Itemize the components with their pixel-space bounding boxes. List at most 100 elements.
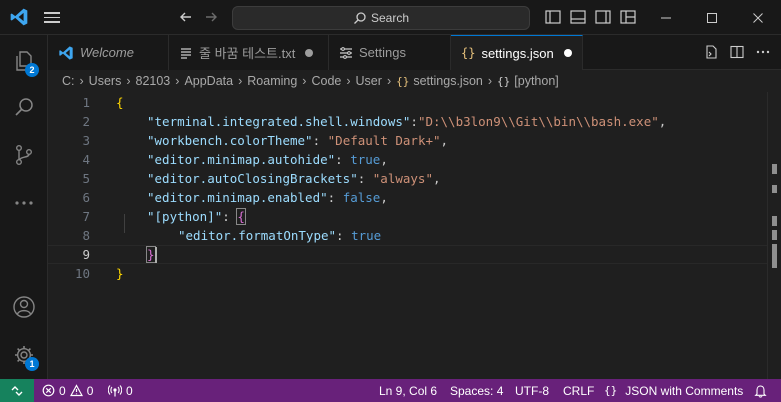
chevron-right-icon: › — [79, 74, 84, 88]
search-view[interactable] — [0, 83, 48, 131]
minimize-icon[interactable] — [643, 0, 689, 35]
source-control-icon — [15, 145, 32, 166]
tab-settings[interactable]: Settings — [329, 35, 451, 70]
json-colon: : — [336, 228, 352, 243]
breadcrumb-item[interactable]: settings.json — [413, 74, 482, 88]
breadcrumb-item[interactable]: AppData — [184, 74, 233, 88]
open-settings-json-icon[interactable] — [703, 44, 719, 60]
close-brace: } — [116, 266, 124, 281]
json-value: "Default Dark+" — [327, 133, 441, 148]
json-value: "D:\\b3lon9\\Git\\bin\\bash.exe" — [417, 114, 659, 129]
breadcrumb-item[interactable]: C: — [62, 74, 75, 88]
unsaved-dot — [563, 49, 572, 57]
tab-label: settings.json — [481, 45, 554, 61]
breadcrumb-item[interactable]: Roaming — [247, 74, 297, 88]
more-actions-icon[interactable] — [755, 44, 771, 60]
split-editor-icon[interactable] — [729, 44, 745, 60]
notifications[interactable] — [754, 379, 767, 402]
menu-icon[interactable] — [44, 9, 62, 25]
problems-status[interactable]: 0 0 — [42, 379, 93, 402]
line-number: 9 — [82, 247, 90, 262]
scrollbar-marker — [772, 185, 777, 193]
breadcrumb-item[interactable]: Users — [89, 74, 122, 88]
customize-layout-icon[interactable] — [619, 8, 637, 26]
toggle-panel-icon[interactable] — [569, 8, 587, 26]
maximize-icon[interactable] — [689, 0, 735, 35]
remote-indicator[interactable] — [0, 379, 34, 402]
chevron-right-icon: › — [346, 74, 351, 88]
json-comma: , — [658, 114, 667, 129]
explorer-view[interactable]: 2 — [0, 37, 48, 85]
toggle-secondary-sidebar-icon[interactable] — [594, 8, 612, 26]
breadcrumb-item[interactable]: Code — [311, 74, 341, 88]
settings-tab-icon — [340, 46, 352, 59]
vscode-window: Search 2 1 Welcome 줄 바꿈 테스트.txt Settings… — [0, 0, 781, 402]
search-icon — [354, 12, 366, 24]
ports-status[interactable]: 0 — [108, 379, 133, 402]
json-key: "[python]" — [147, 209, 223, 224]
code-line: 3 "workbench.colorTheme": "Default Dark+… — [48, 131, 768, 150]
cursor-position[interactable]: Ln 9, Col 6 — [379, 379, 437, 402]
matched-close-brace: } — [146, 246, 156, 263]
object-braces-icon: {} — [497, 74, 511, 88]
breadcrumb-item[interactable]: User — [356, 74, 382, 88]
line-number: 4 — [82, 152, 90, 167]
more-views[interactable] — [0, 179, 48, 227]
tab-label: Settings — [359, 45, 406, 60]
indentation-status[interactable]: Spaces: 4 — [450, 379, 503, 402]
code-line: 6 "editor.minimap.enabled": false, — [48, 188, 768, 207]
code-line: 4 "editor.minimap.autohide": true, — [48, 150, 768, 169]
line-number: 10 — [74, 266, 90, 281]
line-content: "terminal.integrated.shell.windows":"D:\… — [147, 114, 666, 129]
search-view-icon — [15, 98, 33, 116]
explorer-badge: 2 — [25, 63, 39, 77]
toggle-sidebar-icon[interactable] — [544, 8, 562, 26]
chevron-right-icon: › — [487, 74, 493, 88]
arrow-left-icon[interactable] — [176, 7, 196, 27]
json-value: true — [351, 228, 382, 243]
command-center-search[interactable]: Search — [232, 6, 530, 30]
vertical-scrollbar[interactable] — [767, 92, 781, 379]
code-line: 2 "terminal.integrated.shell.windows":"D… — [48, 112, 768, 131]
tab-label: Welcome — [80, 45, 134, 60]
account-icon — [13, 296, 35, 318]
json-key: "editor.minimap.enabled" — [147, 190, 328, 205]
json-key: "editor.minimap.autohide" — [147, 152, 336, 167]
json-comma: , — [440, 133, 449, 148]
breadcrumb-item[interactable]: [python] — [514, 74, 558, 88]
source-control-view[interactable] — [0, 131, 48, 179]
vscode-tab-icon — [59, 45, 73, 60]
remote-icon — [11, 385, 23, 396]
json-key: "terminal.integrated.shell.windows" — [147, 114, 411, 129]
warning-icon — [69, 384, 83, 397]
json-colon: : — [357, 171, 373, 186]
accounts[interactable] — [0, 283, 48, 331]
title-bar: Search — [0, 0, 781, 35]
line-content: } — [146, 246, 156, 263]
line-number: 6 — [82, 190, 90, 205]
tab-text-file[interactable]: 줄 바꿈 테스트.txt — [169, 35, 329, 70]
open-brace: { — [116, 95, 124, 110]
language-label: JSON with Comments — [625, 383, 744, 398]
encoding-status[interactable]: UTF-8 — [515, 379, 549, 402]
manage[interactable]: 1 — [0, 331, 48, 379]
text-file-icon — [181, 47, 191, 59]
breadcrumb-item[interactable]: 82103 — [136, 74, 171, 88]
code-editor[interactable]: 1 { 2 "terminal.integrated.shell.windows… — [48, 92, 781, 379]
language-mode[interactable]: {} JSON with Comments — [604, 379, 743, 402]
chevron-right-icon: › — [175, 74, 180, 88]
tab-welcome[interactable]: Welcome — [48, 35, 169, 70]
code-line-current: 9 } — [48, 245, 768, 264]
error-count: 0 — [59, 383, 66, 398]
json-key: "editor.autoClosingBrackets" — [147, 171, 358, 186]
tab-settings-json[interactable]: {} settings.json — [451, 35, 583, 70]
text-cursor — [155, 247, 157, 263]
warning-count: 0 — [86, 383, 94, 398]
scrollbar-marker — [772, 216, 777, 226]
json-colon: : — [410, 114, 418, 129]
line-number: 2 — [82, 114, 90, 129]
eol-status[interactable]: CRLF — [563, 379, 594, 402]
scrollbar-marker — [772, 164, 777, 174]
arrow-right-icon[interactable] — [201, 7, 221, 27]
close-icon[interactable] — [735, 0, 781, 35]
